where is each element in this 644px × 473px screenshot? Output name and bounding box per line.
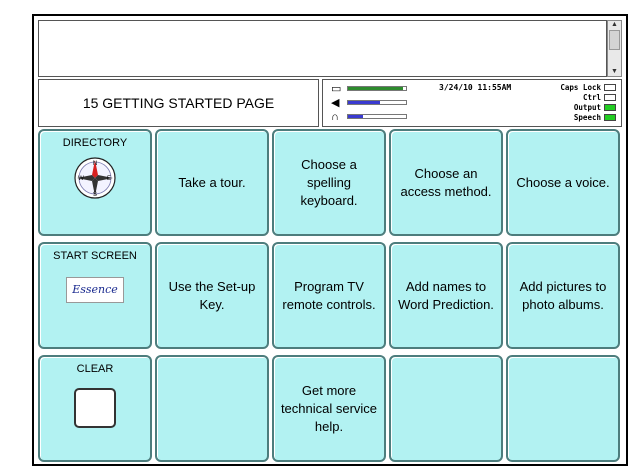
choose-voice-button[interactable]: Choose a voice. <box>506 129 620 236</box>
empty-button-3[interactable] <box>506 355 620 462</box>
directory-label: DIRECTORY <box>62 137 128 149</box>
svg-text:W: W <box>78 176 84 182</box>
caps-lock-label: Caps Lock <box>560 83 601 92</box>
take-tour-label: Take a tour. <box>178 174 246 190</box>
setup-key-button[interactable]: Use the Set-up Key. <box>155 242 269 349</box>
word-prediction-button[interactable]: Add names to Word Prediction. <box>389 242 503 349</box>
clear-icon <box>74 388 116 428</box>
tech-service-button[interactable]: Get more technical service help. <box>272 355 386 462</box>
directory-button[interactable]: DIRECTORY N E S W <box>38 129 152 236</box>
status-panel: ▭ ◀ ∩ 3/24/10 11:55AM Caps Lock Ctrl Out… <box>322 79 622 127</box>
photo-albums-label: Add pictures to photo albums. <box>519 278 607 312</box>
caps-lock-box <box>604 84 616 91</box>
headphones-icon: ∩ <box>331 111 339 123</box>
take-tour-button[interactable]: Take a tour. <box>155 129 269 236</box>
speaker-icon: ◀ <box>331 97 340 109</box>
device-window: ▲ ▼ 15 GETTING STARTED PAGE ▭ ◀ ∩ 3/24/1… <box>32 14 628 466</box>
word-prediction-label: Add names to Word Prediction. <box>398 278 494 312</box>
caps-lock-indicator: Caps Lock <box>560 83 616 92</box>
ctrl-indicator: Ctrl <box>583 93 616 102</box>
essence-logo: Essence <box>66 277 124 303</box>
scroll-thumb[interactable] <box>609 30 620 50</box>
tv-remote-label: Program TV remote controls. <box>282 278 376 312</box>
svg-text:S: S <box>93 192 97 198</box>
page-title: 15 GETTING STARTED PAGE <box>82 95 275 111</box>
speech-indicator: Speech <box>574 113 616 122</box>
svg-text:E: E <box>107 176 111 182</box>
message-scrollbar[interactable]: ▲ ▼ <box>607 20 622 77</box>
spelling-keyboard-button[interactable]: Choose a spelling keyboard. <box>272 129 386 236</box>
datetime-readout: 3/24/10 11:55AM <box>439 83 512 92</box>
setup-key-label: Use the Set-up Key. <box>168 278 256 312</box>
compass-icon: N E S W <box>74 157 116 199</box>
tv-remote-button[interactable]: Program TV remote controls. <box>272 242 386 349</box>
page-title-box: 15 GETTING STARTED PAGE <box>38 79 319 127</box>
message-text-area[interactable] <box>38 20 607 77</box>
speech-label: Speech <box>573 113 601 122</box>
output-box <box>604 104 616 111</box>
ctrl-box <box>604 94 616 101</box>
headphone-meter <box>347 114 407 119</box>
start-screen-button[interactable]: START SCREEN Essence <box>38 242 152 349</box>
battery-icon: ▭ <box>331 83 342 95</box>
clear-label: CLEAR <box>76 363 114 375</box>
access-method-button[interactable]: Choose an access method. <box>389 129 503 236</box>
clear-button[interactable]: CLEAR <box>38 355 152 462</box>
button-grid: DIRECTORY N E S W Take a tour. Choose a … <box>38 129 622 463</box>
output-label: Output <box>573 103 601 112</box>
battery-meter <box>347 86 407 91</box>
tech-service-label: Get more technical service help. <box>280 382 378 434</box>
empty-button-1[interactable] <box>155 355 269 462</box>
empty-button-2[interactable] <box>389 355 503 462</box>
scroll-down-icon[interactable]: ▼ <box>610 68 619 75</box>
svg-text:N: N <box>93 161 97 167</box>
photo-albums-button[interactable]: Add pictures to photo albums. <box>506 242 620 349</box>
spelling-keyboard-label: Choose a spelling keyboard. <box>300 156 358 208</box>
output-indicator: Output <box>574 103 616 112</box>
ctrl-label: Ctrl <box>582 93 601 102</box>
choose-voice-label: Choose a voice. <box>516 174 610 190</box>
volume-meter <box>347 100 407 105</box>
access-method-label: Choose an access method. <box>400 165 492 199</box>
scroll-up-icon[interactable]: ▲ <box>610 21 619 28</box>
speech-box <box>604 114 616 121</box>
start-screen-label: START SCREEN <box>53 250 137 262</box>
